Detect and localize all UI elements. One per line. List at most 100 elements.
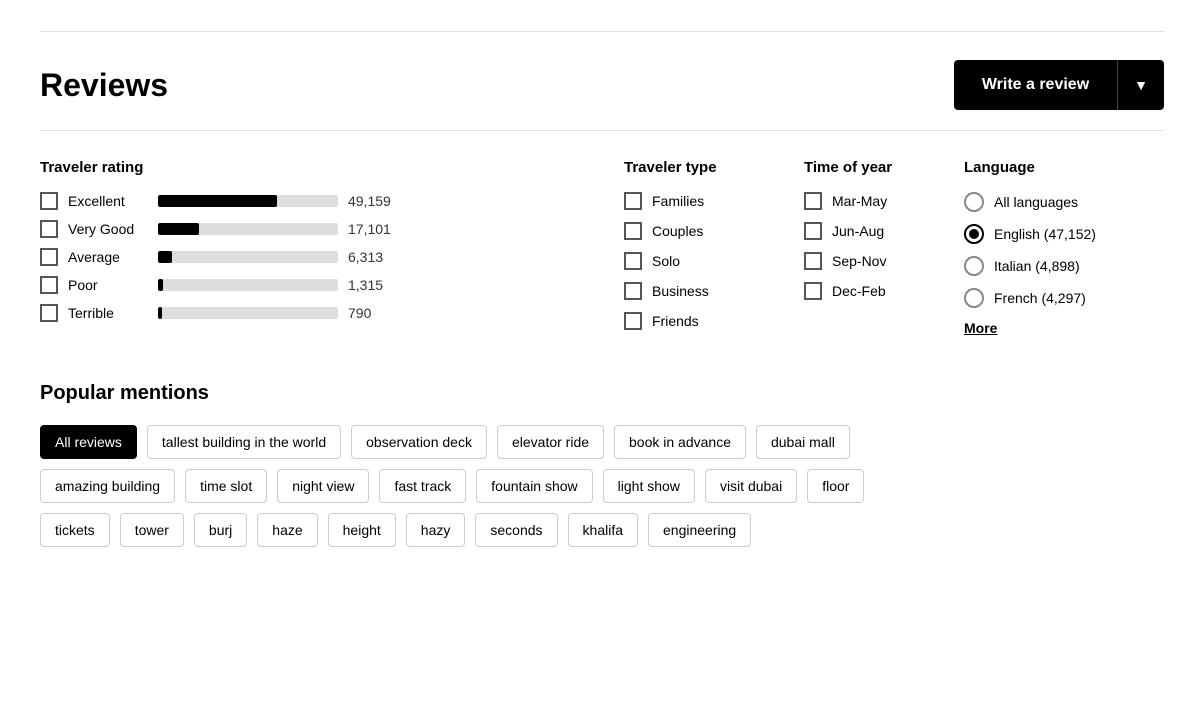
tag-button[interactable]: tallest building in the world xyxy=(147,425,341,459)
language-more-link[interactable]: More xyxy=(964,320,1164,336)
time-checkbox[interactable] xyxy=(804,282,822,300)
tags-row: amazing building time slot night view fast … xyxy=(40,469,1164,503)
rating-label: Average xyxy=(68,249,148,265)
time-of-year-group: Time of year Mar-May Jun-Aug Sep-Nov Dec… xyxy=(804,159,964,342)
tag-button[interactable]: khalifa xyxy=(568,513,638,547)
traveler-type-checkbox[interactable] xyxy=(624,222,642,240)
time-checkbox[interactable] xyxy=(804,222,822,240)
tag-button[interactable]: tower xyxy=(120,513,184,547)
rating-count: 17,101 xyxy=(348,221,398,237)
tag-button[interactable]: book in advance xyxy=(614,425,746,459)
tag-button[interactable]: height xyxy=(328,513,396,547)
language-items: All languages English (47,152) Italian (… xyxy=(964,192,1164,308)
top-bar xyxy=(40,20,1164,32)
language-item[interactable]: All languages xyxy=(964,192,1164,212)
rating-checkbox[interactable] xyxy=(40,304,58,322)
tags-row: tickets tower burj haze height hazy seconds kha… xyxy=(40,513,1164,547)
rating-bar-container xyxy=(158,251,338,263)
tag-button[interactable]: haze xyxy=(257,513,317,547)
reviews-header: Reviews Write a review ▼ xyxy=(40,32,1164,131)
rating-checkbox[interactable] xyxy=(40,248,58,266)
tag-button[interactable]: All reviews xyxy=(40,425,137,459)
tag-button[interactable]: seconds xyxy=(475,513,557,547)
language-radio[interactable] xyxy=(964,192,984,212)
write-review-button[interactable]: Write a review xyxy=(954,60,1117,110)
language-radio[interactable] xyxy=(964,256,984,276)
traveler-type-item[interactable]: Business xyxy=(624,282,804,300)
tag-button[interactable]: night view xyxy=(277,469,369,503)
traveler-type-label: Business xyxy=(652,283,709,299)
rating-label: Very Good xyxy=(68,221,148,237)
rating-item: Average 6,313 xyxy=(40,248,624,266)
rating-checkbox[interactable] xyxy=(40,276,58,294)
traveler-type-checkbox[interactable] xyxy=(624,282,642,300)
tag-button[interactable]: observation deck xyxy=(351,425,487,459)
traveler-type-checkbox[interactable] xyxy=(624,312,642,330)
tag-button[interactable]: burj xyxy=(194,513,247,547)
rating-item: Poor 1,315 xyxy=(40,276,624,294)
traveler-rating-group: Traveler rating Excellent 49,159 Very Go… xyxy=(40,159,624,342)
tag-button[interactable]: dubai mall xyxy=(756,425,850,459)
rating-count: 6,313 xyxy=(348,249,398,265)
language-label: All languages xyxy=(994,194,1078,210)
rating-bar-container xyxy=(158,195,338,207)
rating-item: Excellent 49,159 xyxy=(40,192,624,210)
rating-bar-container xyxy=(158,307,338,319)
time-item[interactable]: Mar-May xyxy=(804,192,964,210)
rating-count: 1,315 xyxy=(348,277,398,293)
tag-button[interactable]: floor xyxy=(807,469,864,503)
write-review-dropdown-button[interactable]: ▼ xyxy=(1117,60,1164,110)
tag-button[interactable]: light show xyxy=(603,469,695,503)
traveler-type-label: Families xyxy=(652,193,704,209)
time-label: Jun-Aug xyxy=(832,223,884,239)
tag-button[interactable]: tickets xyxy=(40,513,110,547)
tag-button[interactable]: hazy xyxy=(406,513,466,547)
time-of-year-title: Time of year xyxy=(804,159,964,176)
popular-mentions: Popular mentions All reviews tallest buil… xyxy=(40,382,1164,547)
language-item[interactable]: Italian (4,898) xyxy=(964,256,1164,276)
time-label: Dec-Feb xyxy=(832,283,886,299)
rating-bar-fill xyxy=(158,279,163,291)
traveler-type-item[interactable]: Solo xyxy=(624,252,804,270)
traveler-type-label: Friends xyxy=(652,313,699,329)
rating-count: 49,159 xyxy=(348,193,398,209)
time-item[interactable]: Sep-Nov xyxy=(804,252,964,270)
rating-bar-container xyxy=(158,223,338,235)
tag-button[interactable]: engineering xyxy=(648,513,751,547)
time-item[interactable]: Jun-Aug xyxy=(804,222,964,240)
language-radio[interactable] xyxy=(964,288,984,308)
language-group: Language All languages English (47,152) … xyxy=(964,159,1164,342)
rating-bar-fill xyxy=(158,223,199,235)
time-checkbox[interactable] xyxy=(804,252,822,270)
rating-bar-fill xyxy=(158,251,172,263)
language-item[interactable]: French (4,297) xyxy=(964,288,1164,308)
traveler-type-group: Traveler type Families Couples Solo Busi… xyxy=(624,159,804,342)
traveler-type-item[interactable]: Friends xyxy=(624,312,804,330)
time-item[interactable]: Dec-Feb xyxy=(804,282,964,300)
tag-button[interactable]: amazing building xyxy=(40,469,175,503)
tag-button[interactable]: visit dubai xyxy=(705,469,797,503)
rating-checkbox[interactable] xyxy=(40,220,58,238)
rating-items-container: Excellent 49,159 Very Good 17,101 Averag… xyxy=(40,192,624,322)
traveler-rating-title: Traveler rating xyxy=(40,159,624,176)
rating-checkbox[interactable] xyxy=(40,192,58,210)
traveler-type-label: Couples xyxy=(652,223,703,239)
tag-button[interactable]: elevator ride xyxy=(497,425,604,459)
traveler-type-checkbox[interactable] xyxy=(624,192,642,210)
traveler-type-item[interactable]: Couples xyxy=(624,222,804,240)
reviews-title: Reviews xyxy=(40,67,168,104)
popular-mentions-title: Popular mentions xyxy=(40,382,1164,405)
language-item[interactable]: English (47,152) xyxy=(964,224,1164,244)
tags-container: All reviews tallest building in the world… xyxy=(40,425,1164,547)
tag-button[interactable]: fast track xyxy=(379,469,466,503)
tag-button[interactable]: fountain show xyxy=(476,469,592,503)
tag-button[interactable]: time slot xyxy=(185,469,267,503)
traveler-type-checkbox[interactable] xyxy=(624,252,642,270)
rating-bar-fill xyxy=(158,307,162,319)
time-checkbox[interactable] xyxy=(804,192,822,210)
rating-count: 790 xyxy=(348,305,398,321)
traveler-type-item[interactable]: Families xyxy=(624,192,804,210)
rating-label: Poor xyxy=(68,277,148,293)
language-radio[interactable] xyxy=(964,224,984,244)
rating-item: Terrible 790 xyxy=(40,304,624,322)
